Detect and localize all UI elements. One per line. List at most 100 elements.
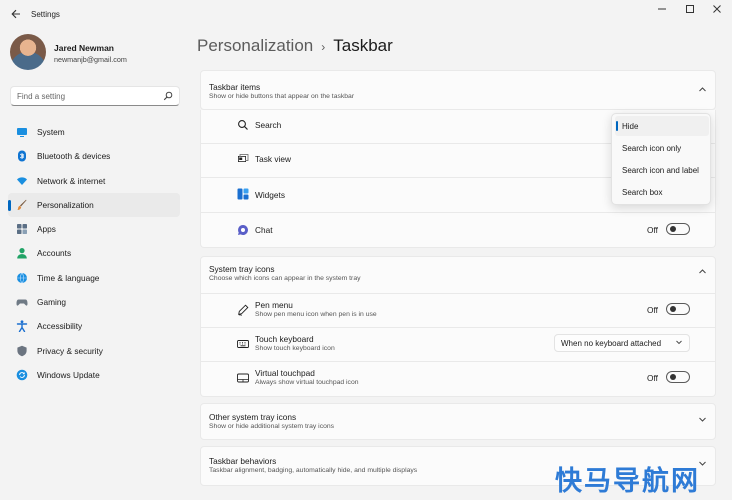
search-options-menu: Hide Search icon only Search icon and la…	[611, 113, 711, 205]
apps-icon	[16, 223, 28, 235]
accessibility-icon	[16, 320, 28, 333]
row-label: Widgets	[255, 190, 285, 200]
row-subtitle: Show touch keyboard icon	[255, 345, 335, 352]
sidebar-item-label: Time & language	[37, 272, 100, 283]
section-title: Other system tray icons	[209, 412, 297, 422]
touch-keyboard-dropdown[interactable]: When no keyboard attached	[554, 334, 690, 352]
chat-icon	[237, 224, 249, 236]
row-label: Task view	[255, 154, 291, 164]
taskview-icon	[237, 153, 249, 165]
sidebar-item-label: Accounts	[37, 248, 72, 259]
globe-clock-icon	[16, 272, 28, 284]
pen-menu-toggle[interactable]	[666, 303, 690, 315]
search-icon	[237, 119, 249, 131]
sidebar-nav: System Bluetooth & devices Network & int…	[8, 120, 180, 387]
toggle-state-text: Off	[647, 373, 658, 383]
search-box[interactable]	[10, 86, 180, 106]
user-email: newmanjb@gmail.com	[54, 55, 127, 64]
update-icon	[16, 369, 28, 381]
sidebar-item-label: Personalization	[37, 199, 94, 210]
taskbar-item-chat: Chat Off	[200, 213, 716, 248]
sidebar-item-label: Privacy & security	[37, 345, 103, 356]
chat-toggle[interactable]	[666, 223, 690, 235]
sidebar-item-network[interactable]: Network & internet	[8, 169, 180, 193]
chevron-up-icon[interactable]	[697, 267, 707, 277]
sidebar-item-label: Apps	[37, 224, 56, 235]
sidebar-item-label: System	[37, 127, 65, 137]
section-subtitle: Show or hide additional system tray icon…	[209, 423, 335, 430]
person-icon	[16, 247, 28, 259]
page-title: Taskbar	[333, 36, 393, 55]
settings-window: Settings Jared Newman newmanjb@gmail.com…	[0, 0, 732, 500]
toggle-state-text: Off	[647, 225, 658, 235]
row-label: Chat	[255, 225, 273, 235]
brush-icon	[16, 199, 28, 211]
back-arrow-icon[interactable]	[10, 8, 24, 22]
section-title: Taskbar behaviors	[209, 456, 277, 466]
sidebar-item-label: Bluetooth & devices	[37, 151, 111, 162]
menu-item-search-icon-only[interactable]: Search icon only	[615, 138, 709, 158]
shield-icon	[16, 345, 28, 357]
sidebar-item-time-language[interactable]: Time & language	[8, 266, 180, 290]
controller-icon	[16, 296, 28, 308]
sidebar-item-windows-update[interactable]: Windows Update	[8, 363, 180, 387]
row-subtitle: Show pen menu icon when pen is in use	[255, 311, 377, 318]
avatar[interactable]	[10, 34, 46, 70]
tray-item-touch-keyboard: Touch keyboard Show touch keyboard icon …	[200, 328, 716, 362]
breadcrumb-parent[interactable]: Personalization	[197, 36, 313, 55]
section-title: Taskbar items	[209, 82, 261, 92]
sidebar-item-system[interactable]: System	[8, 120, 180, 144]
sidebar-item-gaming[interactable]: Gaming	[8, 290, 180, 314]
other-tray-icons-section[interactable]: Other system tray icons Show or hide add…	[200, 403, 716, 440]
menu-item-label: Search box	[622, 188, 663, 197]
system-icon	[16, 126, 28, 138]
search-input[interactable]	[17, 90, 157, 103]
sidebar-item-apps[interactable]: Apps	[8, 217, 180, 241]
sidebar-item-accounts[interactable]: Accounts	[8, 241, 180, 265]
sidebar-item-personalization[interactable]: Personalization	[8, 192, 180, 218]
maximize-button[interactable]	[679, 4, 701, 20]
tray-item-virtual-touchpad: Virtual touchpad Always show virtual tou…	[200, 362, 716, 397]
tray-item-pen-menu: Pen menu Show pen menu icon when pen is …	[200, 294, 716, 328]
sidebar-item-privacy-security[interactable]: Privacy & security	[8, 339, 180, 363]
chevron-up-icon[interactable]	[697, 85, 707, 95]
section-subtitle: Taskbar alignment, badging, automaticall…	[209, 467, 418, 474]
sidebar-item-label: Gaming	[37, 297, 67, 308]
minimize-button[interactable]	[651, 4, 673, 20]
app-title: Settings	[31, 10, 60, 19]
menu-item-label: Hide	[622, 122, 639, 131]
sidebar-item-label: Accessibility	[37, 321, 83, 332]
breadcrumb-separator: ›	[321, 40, 326, 54]
sidebar-item-label: Windows Update	[37, 369, 100, 380]
system-tray-section-header[interactable]: System tray icons Choose which icons can…	[200, 256, 716, 294]
title-bar: Settings	[0, 0, 732, 30]
chevron-down-icon[interactable]	[697, 415, 707, 425]
search-icon[interactable]	[163, 91, 173, 101]
row-label: Touch keyboard	[255, 334, 314, 344]
widgets-icon	[237, 188, 249, 200]
sidebar-item-bluetooth[interactable]: Bluetooth & devices	[8, 144, 180, 168]
row-subtitle: Always show virtual touchpad icon	[255, 379, 359, 386]
pen-icon	[237, 304, 249, 316]
toggle-state-text: Off	[647, 305, 658, 315]
taskbar-items-section-header[interactable]: Taskbar items Show or hide buttons that …	[200, 70, 716, 110]
close-button[interactable]	[706, 4, 728, 20]
menu-item-search-icon-and-label[interactable]: Search icon and label	[615, 160, 709, 180]
virtual-touchpad-toggle[interactable]	[666, 371, 690, 383]
dropdown-value: When no keyboard attached	[561, 339, 662, 348]
watermark: 快马导航网	[555, 466, 700, 497]
menu-item-search-box[interactable]: Search box	[615, 182, 709, 202]
user-name: Jared Newman	[54, 43, 114, 53]
menu-item-label: Search icon and label	[622, 166, 699, 175]
row-label: Search	[255, 120, 282, 130]
sidebar-item-accessibility[interactable]: Accessibility	[8, 314, 180, 338]
chevron-down-icon	[675, 338, 683, 348]
section-title: System tray icons	[209, 264, 275, 274]
sidebar-item-label: Network & internet	[37, 175, 106, 186]
menu-item-hide[interactable]: Hide	[615, 116, 709, 136]
keyboard-icon	[237, 338, 249, 350]
section-subtitle: Show or hide buttons that appear on the …	[209, 93, 355, 100]
touchpad-icon	[237, 372, 249, 384]
wifi-icon	[16, 175, 28, 187]
breadcrumb: Personalization › Taskbar	[197, 36, 393, 56]
